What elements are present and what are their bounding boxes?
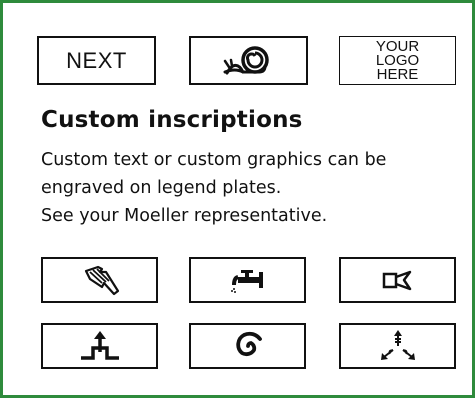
horn-icon xyxy=(376,265,420,295)
logo-line-3: HERE xyxy=(376,65,419,83)
symbol-plate-horn xyxy=(339,257,456,303)
section-body: Custom text or custom graphics can be en… xyxy=(41,146,461,230)
body-line-2: engraved on legend plates. xyxy=(41,178,282,198)
hand-wiping-icon xyxy=(78,263,122,297)
section-heading: Custom inscriptions xyxy=(41,107,303,133)
symbol-plate-hand xyxy=(41,257,158,303)
symbol-plate-spiral xyxy=(189,323,306,369)
next-plate: NEXT xyxy=(37,36,156,85)
body-line-1: Custom text or custom graphics can be xyxy=(41,150,387,170)
next-plate-label: NEXT xyxy=(66,47,127,73)
symbol-plate-three-arrows xyxy=(339,323,456,369)
body-line-3: See your Moeller representative. xyxy=(41,206,328,226)
logo-placeholder-text: YOUR LOGO HERE xyxy=(376,39,419,83)
symbol-plate-lift xyxy=(41,323,158,369)
snail-plate xyxy=(189,36,308,85)
spiral-icon xyxy=(230,329,266,363)
your-logo-plate: YOUR LOGO HERE xyxy=(339,36,456,85)
legend-plates-panel: NEXT YOUR LOGO HERE Custom inscriptions … xyxy=(0,0,475,398)
snail-icon xyxy=(219,42,279,80)
arrow-up-lift-icon xyxy=(77,328,123,364)
three-way-arrows-icon xyxy=(376,328,420,364)
symbol-plate-tap xyxy=(189,257,306,303)
water-tap-icon xyxy=(226,263,270,297)
